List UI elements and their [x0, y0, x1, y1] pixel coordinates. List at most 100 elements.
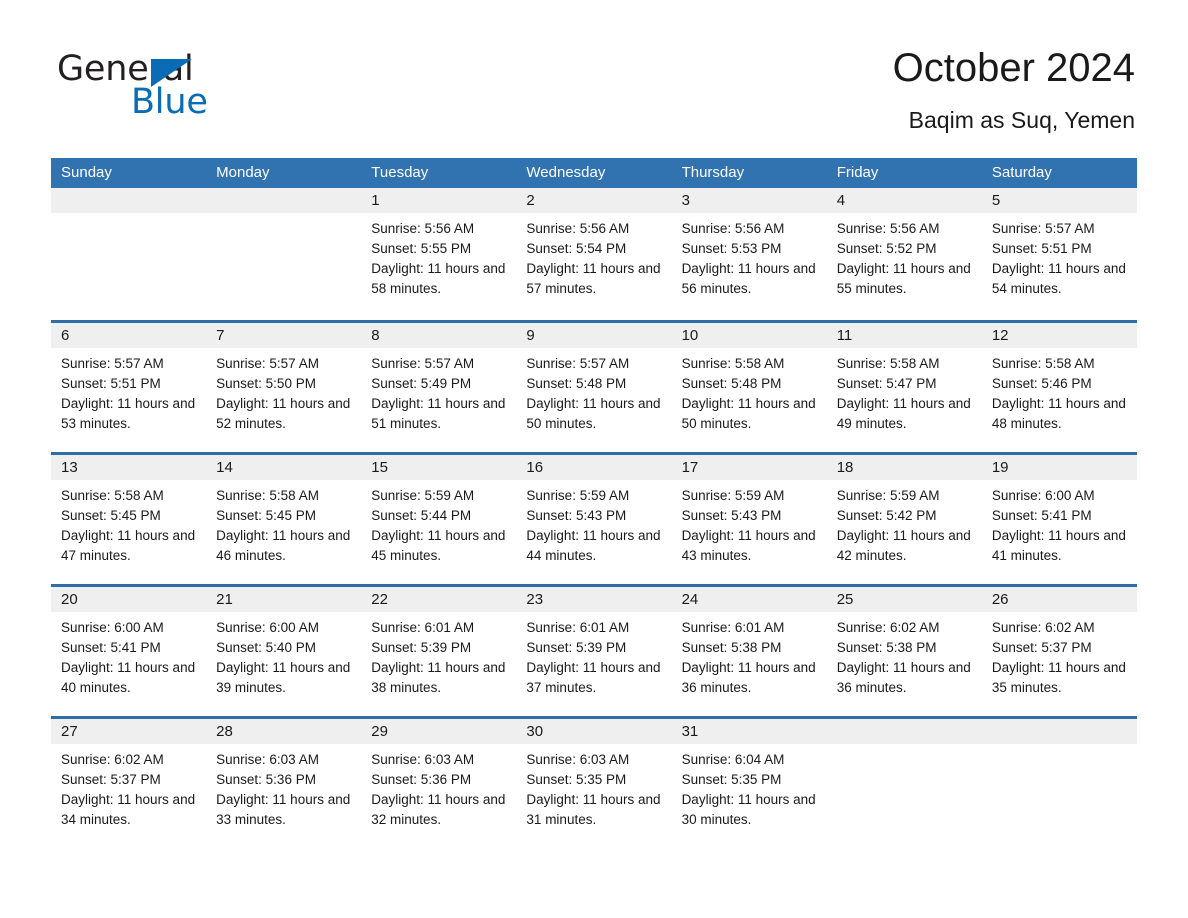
day-sun-info: Sunrise: 5:59 AM Sunset: 5:43 PM Daylight:… [682, 486, 817, 566]
day-cell[interactable]: 24 Sunrise: 6:01 AM Sunset: 5:38 PM Dayligh… [672, 587, 827, 716]
day-number: 2 [526, 192, 535, 209]
day-number: 17 [681, 459, 699, 476]
day-sun-info: Sunrise: 6:01 AM Sunset: 5:38 PM Daylight:… [682, 618, 817, 698]
sunrise-text: Sunrise: 5:56 AM [526, 221, 630, 236]
calendar-week-cells: 27 Sunrise: 6:02 AM Sunset: 5:37 PM Dayligh… [51, 719, 1137, 848]
sunrise-text: Sunrise: 5:56 AM [836, 221, 940, 236]
sunset-text: Sunset: 5:43 PM [526, 508, 627, 523]
day-cell[interactable]: 11 Sunrise: 5:58 AM Sunset: 5:47 PM Dayligh… [827, 323, 982, 452]
day-cell[interactable]: 17 Sunrise: 5:59 AM Sunset: 5:43 PM Dayligh… [672, 455, 827, 584]
sunset-text: Sunset: 5:35 PM [681, 772, 782, 787]
sunset-text: Sunset: 5:38 PM [681, 640, 782, 655]
sunrise-text: Sunrise: 5:56 AM [371, 221, 475, 236]
daylight-text: Daylight: 11 hours and 34 minutes. [61, 792, 196, 827]
daylight-text: Daylight: 11 hours and 52 minutes. [216, 396, 351, 431]
day-cell[interactable]: 18 Sunrise: 5:59 AM Sunset: 5:42 PM Dayligh… [827, 455, 982, 584]
day-cell[interactable]: 16 Sunrise: 5:59 AM Sunset: 5:43 PM Dayligh… [516, 455, 671, 584]
daylight-text: Daylight: 11 hours and 48 minutes. [991, 396, 1126, 431]
daylight-text: Daylight: 11 hours and 40 minutes. [61, 660, 196, 695]
sunrise-text: Sunrise: 6:02 AM [61, 752, 164, 767]
day-cell[interactable]: 26 Sunrise: 6:02 AM Sunset: 5:37 PM Dayligh… [982, 587, 1137, 716]
day-cell[interactable]: 3 Sunrise: 5:56 AM Sunset: 5:53 PM Daylight… [672, 188, 827, 320]
sunset-text: Sunset: 5:52 PM [836, 241, 937, 256]
day-number: 6 [61, 327, 70, 344]
weekday-header-sunday: Sunday [61, 164, 112, 181]
daylight-text: Daylight: 11 hours and 46 minutes. [216, 528, 351, 563]
sunrise-text: Sunrise: 6:03 AM [526, 752, 630, 767]
day-sun-info: Sunrise: 6:00 AM Sunset: 5:41 PM Daylight:… [992, 486, 1127, 566]
day-cell[interactable]: 5 Sunrise: 5:57 AM Sunset: 5:51 PM Daylight… [982, 188, 1137, 320]
sunset-text: Sunset: 5:37 PM [61, 772, 161, 787]
day-sun-info: Sunrise: 5:58 AM Sunset: 5:46 PM Daylight:… [992, 354, 1127, 434]
day-sun-info: Sunrise: 6:00 AM Sunset: 5:41 PM Daylight:… [61, 618, 196, 698]
sunrise-text: Sunrise: 5:59 AM [836, 488, 940, 503]
day-cell[interactable]: 23 Sunrise: 6:01 AM Sunset: 5:39 PM Dayligh… [516, 587, 671, 716]
day-cell[interactable]: 8 Sunrise: 5:57 AM Sunset: 5:49 PM Daylight… [361, 323, 516, 452]
daylight-text: Daylight: 11 hours and 33 minutes. [216, 792, 351, 827]
sunset-text: Sunset: 5:51 PM [61, 376, 161, 391]
sunrise-text: Sunrise: 6:00 AM [61, 620, 164, 635]
day-cell[interactable]: 12 Sunrise: 5:58 AM Sunset: 5:46 PM Dayligh… [982, 323, 1137, 452]
weekday-header-wednesday: Wednesday [526, 164, 606, 181]
sunrise-text: Sunrise: 5:59 AM [681, 488, 785, 503]
daylight-text: Daylight: 11 hours and 30 minutes. [681, 792, 816, 827]
day-number: 3 [681, 192, 690, 209]
day-sun-info: Sunrise: 5:57 AM Sunset: 5:49 PM Daylight:… [371, 354, 506, 434]
daylight-text: Daylight: 11 hours and 38 minutes. [371, 660, 506, 695]
daylight-text: Daylight: 11 hours and 50 minutes. [526, 396, 661, 431]
day-cell[interactable]: 19 Sunrise: 6:00 AM Sunset: 5:41 PM Dayligh… [982, 455, 1137, 584]
day-cell[interactable]: 22 Sunrise: 6:01 AM Sunset: 5:39 PM Dayligh… [361, 587, 516, 716]
day-cell[interactable]: 25 Sunrise: 6:02 AM Sunset: 5:38 PM Dayligh… [827, 587, 982, 716]
day-cell[interactable]: 14 Sunrise: 5:58 AM Sunset: 5:45 PM Dayligh… [206, 455, 361, 584]
sunset-text: Sunset: 5:51 PM [991, 241, 1092, 256]
day-cell[interactable]: 7 Sunrise: 5:57 AM Sunset: 5:50 PM Daylight… [206, 323, 361, 452]
day-cell-empty [206, 188, 361, 320]
sunrise-text: Sunrise: 5:56 AM [681, 221, 785, 236]
day-cell[interactable]: 13 Sunrise: 5:58 AM Sunset: 5:45 PM Dayligh… [51, 455, 206, 584]
day-cell[interactable]: 29 Sunrise: 6:03 AM Sunset: 5:36 PM Dayligh… [361, 719, 516, 848]
day-cell[interactable]: 27 Sunrise: 6:02 AM Sunset: 5:37 PM Dayligh… [51, 719, 206, 848]
day-cell[interactable]: 20 Sunrise: 6:00 AM Sunset: 5:41 PM Dayligh… [51, 587, 206, 716]
calendar-week-row: 20 Sunrise: 6:00 AM Sunset: 5:41 PM Dayligh… [51, 584, 1137, 716]
day-cell[interactable]: 6 Sunrise: 5:57 AM Sunset: 5:51 PM Daylight… [51, 323, 206, 452]
sunrise-text: Sunrise: 6:03 AM [371, 752, 475, 767]
sunset-text: Sunset: 5:54 PM [526, 241, 627, 256]
sunset-text: Sunset: 5:43 PM [681, 508, 782, 523]
calendar-week-row: 27 Sunrise: 6:02 AM Sunset: 5:37 PM Dayligh… [51, 716, 1137, 848]
calendar-week-cells: 13 Sunrise: 5:58 AM Sunset: 5:45 PM Dayligh… [51, 455, 1137, 584]
day-cell[interactable]: 31 Sunrise: 6:04 AM Sunset: 5:35 PM Dayligh… [672, 719, 827, 848]
day-number: 1 [371, 192, 380, 209]
day-cell[interactable]: 4 Sunrise: 5:56 AM Sunset: 5:52 PM Daylight… [827, 188, 982, 320]
weekday-header-thursday: Thursday [681, 164, 745, 181]
sunrise-text: Sunrise: 6:02 AM [836, 620, 940, 635]
sunrise-text: Sunrise: 6:01 AM [681, 620, 785, 635]
day-sun-info: Sunrise: 5:57 AM Sunset: 5:51 PM Daylight:… [992, 219, 1127, 299]
daylight-text: Daylight: 11 hours and 31 minutes. [526, 792, 661, 827]
day-sun-info: Sunrise: 6:03 AM Sunset: 5:36 PM Daylight:… [371, 750, 506, 830]
weekday-header-saturday: Saturday [991, 164, 1052, 181]
sunset-text: Sunset: 5:48 PM [681, 376, 782, 391]
calendar-week-cells: 1 Sunrise: 5:56 AM Sunset: 5:55 PM Daylight… [51, 188, 1137, 320]
day-cell[interactable]: 21 Sunrise: 6:00 AM Sunset: 5:40 PM Dayligh… [206, 587, 361, 716]
daylight-text: Daylight: 11 hours and 43 minutes. [681, 528, 816, 563]
day-number: 5 [991, 192, 1001, 209]
day-number: 27 [61, 723, 78, 740]
daylight-text: Daylight: 11 hours and 41 minutes. [991, 528, 1126, 563]
day-cell[interactable]: 1 Sunrise: 5:56 AM Sunset: 5:55 PM Daylight… [361, 188, 516, 320]
daylight-text: Daylight: 11 hours and 55 minutes. [836, 261, 971, 296]
day-cell[interactable]: 9 Sunrise: 5:57 AM Sunset: 5:48 PM Daylight… [516, 323, 671, 452]
general-blue-logo: General Blue [57, 52, 267, 130]
day-cell[interactable]: 30 Sunrise: 6:03 AM Sunset: 5:35 PM Dayligh… [516, 719, 671, 848]
sunset-text: Sunset: 5:36 PM [216, 772, 316, 787]
daylight-text: Daylight: 11 hours and 50 minutes. [681, 396, 816, 431]
day-sun-info: Sunrise: 6:00 AM Sunset: 5:40 PM Daylight:… [216, 618, 351, 698]
daylight-text: Daylight: 11 hours and 47 minutes. [61, 528, 196, 563]
weekday-header-monday: Monday [216, 164, 270, 181]
sunrise-text: Sunrise: 6:01 AM [526, 620, 630, 635]
day-sun-info: Sunrise: 6:01 AM Sunset: 5:39 PM Daylight:… [526, 618, 661, 698]
sunrise-text: Sunrise: 6:01 AM [371, 620, 475, 635]
day-cell[interactable]: 10 Sunrise: 5:58 AM Sunset: 5:48 PM Dayligh… [672, 323, 827, 452]
day-cell[interactable]: 2 Sunrise: 5:56 AM Sunset: 5:54 PM Daylight… [516, 188, 671, 320]
day-cell[interactable]: 28 Sunrise: 6:03 AM Sunset: 5:36 PM Dayligh… [206, 719, 361, 848]
day-cell[interactable]: 15 Sunrise: 5:59 AM Sunset: 5:44 PM Dayligh… [361, 455, 516, 584]
